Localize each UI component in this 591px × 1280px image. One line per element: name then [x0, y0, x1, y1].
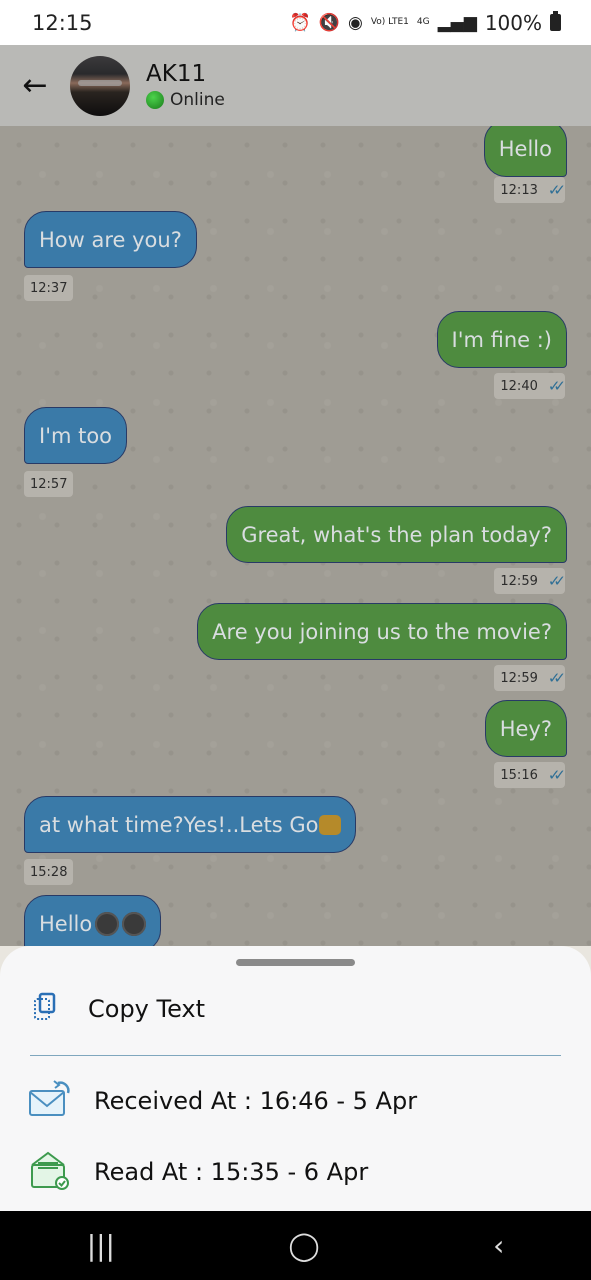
- face-emoji-icon: [95, 911, 120, 936]
- copy-text-label: Copy Text: [88, 994, 206, 1023]
- contact-info[interactable]: AK11 Online: [146, 61, 225, 110]
- message-incoming[interactable]: How are you?: [24, 211, 197, 268]
- status-icons: ⏰ 🔇 ◉ Vo) LTE1 4G ▂▄▆ 100%: [290, 11, 561, 35]
- double-check-icon: ✓✓: [547, 669, 566, 687]
- signal-icon: ▂▄▆: [437, 12, 477, 33]
- message-time: 12:13 ✓✓: [494, 177, 566, 203]
- alarm-icon: ⏰: [289, 12, 311, 33]
- message-time: 15:28: [24, 859, 74, 885]
- home-icon[interactable]: ◯: [288, 1229, 319, 1262]
- battery-percent: 100%: [484, 10, 542, 35]
- message-text: Hello: [498, 136, 552, 161]
- battery-icon: [550, 11, 561, 31]
- avatar[interactable]: [70, 55, 130, 116]
- copy-text-option[interactable]: Copy Text: [0, 986, 591, 1031]
- message-time: 12:57: [24, 471, 74, 497]
- message-text: Hello: [39, 911, 93, 936]
- chat-header: ← AK11 Online: [0, 45, 591, 126]
- read-at-label: Read At : 15:35 - 6 Apr: [94, 1157, 369, 1186]
- hotspot-icon: ◉: [348, 12, 363, 33]
- message-outgoing[interactable]: Are you joining us to the movie?: [197, 603, 567, 660]
- message-text: How are you?: [39, 227, 182, 252]
- system-nav-bar: ||| ◯ ‹: [0, 1211, 591, 1280]
- double-check-icon: ✓✓: [547, 572, 566, 590]
- message-time: 15:16 ✓✓: [494, 762, 566, 788]
- arrow-left-icon[interactable]: ←: [0, 68, 70, 103]
- copy-icon: [32, 992, 88, 1026]
- mute-icon: 🔇: [318, 12, 340, 33]
- message-time: 12:59 ✓✓: [494, 568, 566, 594]
- message-text: Are you joining us to the movie?: [212, 619, 552, 644]
- message-outgoing[interactable]: Great, what's the plan today?: [226, 506, 567, 563]
- double-check-icon: ✓✓: [547, 181, 566, 199]
- message-text: Hey?: [499, 716, 552, 741]
- face-emoji-icon: [122, 911, 147, 936]
- drag-handle[interactable]: [236, 959, 355, 966]
- message-text: I'm too: [39, 423, 113, 448]
- message-incoming[interactable]: Hello: [24, 895, 162, 946]
- received-at-label: Received At : 16:46 - 5 Apr: [94, 1086, 418, 1115]
- fist-emoji-icon: [318, 814, 341, 835]
- contact-status: Online: [146, 90, 225, 110]
- status-label: Online: [170, 90, 225, 110]
- volte-label: Vo) LTE1: [370, 17, 409, 27]
- double-check-icon: ✓✓: [547, 377, 566, 395]
- read-at-row: Read At : 15:35 - 6 Apr: [0, 1149, 591, 1194]
- back-icon[interactable]: ‹: [493, 1229, 504, 1262]
- message-text: at what time?Yes!..Lets Go: [39, 812, 319, 837]
- message-outgoing[interactable]: I'm fine :): [436, 311, 567, 368]
- mail-received-icon: [28, 1079, 94, 1123]
- message-outgoing[interactable]: Hello: [483, 126, 567, 177]
- status-bar: 12:15 ⏰ 🔇 ◉ Vo) LTE1 4G ▂▄▆ 100%: [0, 0, 591, 45]
- double-check-icon: ✓✓: [547, 766, 566, 784]
- message-text: Great, what's the plan today?: [241, 522, 552, 547]
- message-incoming[interactable]: I'm too: [24, 407, 128, 464]
- net-type-label: 4G: [416, 17, 430, 27]
- contact-name: AK11: [146, 61, 207, 87]
- received-at-row: Received At : 16:46 - 5 Apr: [0, 1078, 591, 1123]
- mail-read-icon: [28, 1149, 94, 1195]
- status-time: 12:15: [32, 10, 93, 35]
- divider: [30, 1055, 561, 1056]
- message-text: I'm fine :): [451, 327, 553, 352]
- recent-apps-icon[interactable]: |||: [87, 1229, 115, 1262]
- chat-area[interactable]: Hello 12:13 ✓✓ How are you? 12:37 I'm fin…: [0, 126, 591, 946]
- message-outgoing[interactable]: Hey?: [484, 700, 567, 757]
- message-time: 12:59 ✓✓: [494, 665, 566, 691]
- message-incoming[interactable]: at what time?Yes!..Lets Go: [24, 796, 356, 853]
- message-options-sheet: Copy Text Received At : 16:46 - 5 Apr Re…: [0, 946, 591, 1211]
- message-time: 12:40 ✓✓: [494, 373, 566, 399]
- message-time: 12:37: [24, 275, 74, 301]
- online-dot-icon: [146, 91, 164, 109]
